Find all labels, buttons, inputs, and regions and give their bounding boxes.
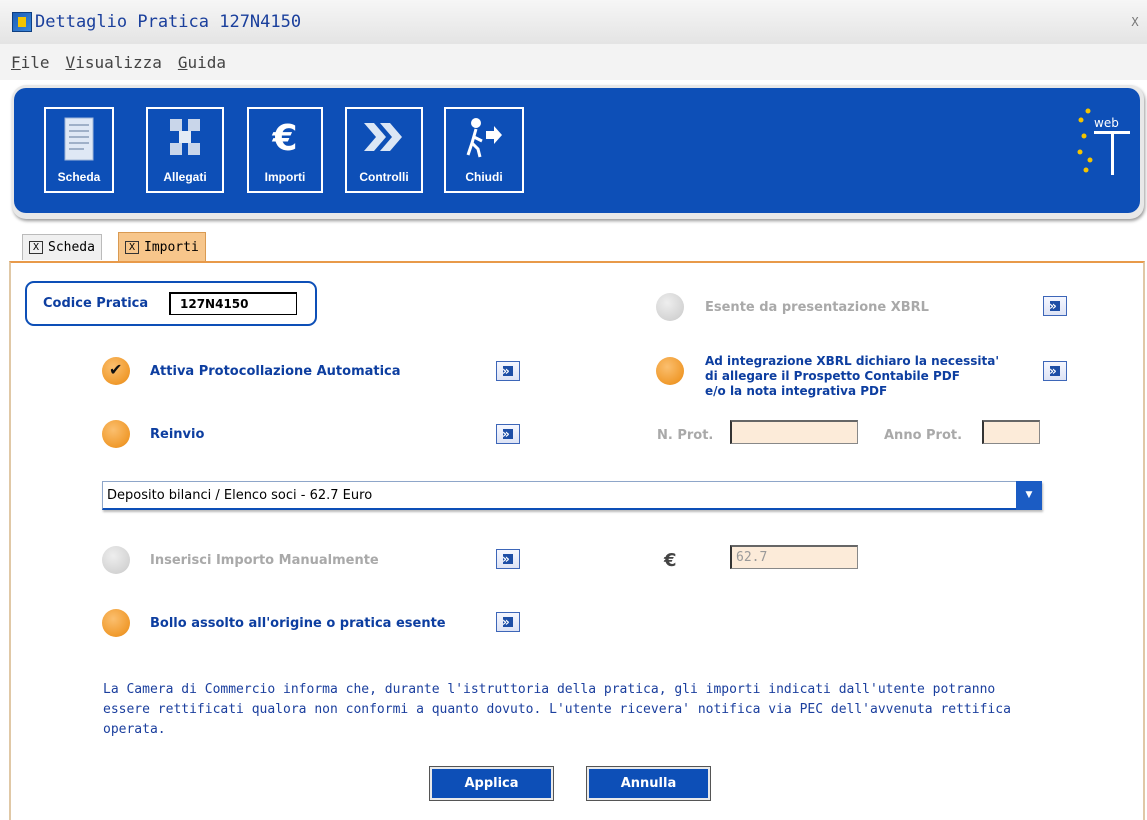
chevron-down-icon[interactable]: ▼ — [1016, 481, 1042, 510]
svg-text:web: web — [1094, 116, 1119, 130]
menu-file[interactable]: File — [11, 53, 50, 72]
close-window-button[interactable]: X — [1127, 14, 1143, 30]
reinvio-info-button[interactable]: » — [496, 424, 520, 444]
esente-xbrl-label: Esente da presentazione XBRL — [705, 300, 929, 315]
menu-visualizza[interactable]: Visualizza — [66, 53, 162, 72]
double-chevron-icon — [364, 123, 402, 151]
esente-xbrl-radio[interactable] — [656, 293, 684, 321]
scheda-button-label: Scheda — [57, 170, 101, 184]
attiva-protocollazione-label: Attiva Protocollazione Automatica — [150, 364, 401, 379]
svg-text:€: € — [271, 118, 297, 157]
attiva-protocollazione-info-button[interactable]: » — [496, 361, 520, 381]
scheda-button[interactable]: Scheda — [44, 107, 114, 193]
euro-symbol: € — [664, 550, 677, 571]
bollo-label: Bollo assolto all'origine o pratica esen… — [150, 616, 446, 631]
applica-button[interactable]: Applica — [429, 766, 554, 801]
annulla-button[interactable]: Annulla — [586, 766, 711, 801]
importo-manuale-label: Inserisci Importo Manualmente — [150, 553, 379, 568]
controlli-button[interactable]: Controlli — [345, 107, 423, 193]
importo-manuale-radio[interactable] — [102, 546, 130, 574]
integrazione-xbrl-radio[interactable] — [656, 357, 684, 385]
tab-importi-close-icon[interactable]: X — [125, 241, 139, 254]
chiudi-button-label: Chiudi — [465, 170, 503, 184]
bollo-radio[interactable] — [102, 609, 130, 637]
allegati-button[interactable]: Allegati — [146, 107, 224, 193]
title-bar: Dettaglio Pratica 127N4150 X — [0, 0, 1147, 44]
attachments-icon — [170, 119, 200, 155]
tab-importi-label: Importi — [144, 240, 199, 255]
tab-scheda-close-icon[interactable]: X — [29, 241, 43, 254]
n-prot-field[interactable] — [730, 420, 858, 444]
attiva-protocollazione-radio[interactable]: ✔ — [102, 357, 130, 385]
tariff-select[interactable]: Deposito bilanci / Elenco soci - 62.7 Eu… — [102, 481, 1042, 510]
menu-bar: File Visualizza Guida — [0, 44, 1147, 80]
tab-scheda[interactable]: X Scheda — [22, 234, 102, 260]
tab-scheda-label: Scheda — [48, 240, 95, 255]
document-icon — [64, 117, 94, 161]
info-notice: La Camera di Commercio informa che, dura… — [103, 682, 1011, 737]
menu-guida[interactable]: Guida — [178, 53, 226, 72]
codice-pratica-box: Codice Pratica 127N4150 — [25, 281, 317, 326]
euro-icon: € — [271, 118, 297, 157]
integrazione-xbrl-label: Ad integrazione XBRL dichiaro la necessi… — [705, 354, 999, 398]
integrazione-xbrl-info-button[interactable]: » — [1043, 361, 1067, 381]
bollo-info-button[interactable]: » — [496, 612, 520, 632]
importo-manuale-info-button[interactable]: » — [496, 549, 520, 569]
tariff-select-value: Deposito bilanci / Elenco soci - 62.7 Eu… — [107, 488, 373, 503]
importi-button[interactable]: € Importi — [247, 107, 323, 193]
chiudi-button[interactable]: Chiudi — [444, 107, 524, 193]
esente-xbrl-info-button[interactable]: » — [1043, 296, 1067, 316]
reinvio-label: Reinvio — [150, 427, 205, 442]
n-prot-label: N. Prot. — [657, 428, 714, 443]
web-t-logo: web — [1077, 108, 1130, 175]
controlli-button-label: Controlli — [359, 170, 409, 184]
allegati-button-label: Allegati — [163, 170, 207, 184]
reinvio-radio[interactable] — [102, 420, 130, 448]
toolbar: Scheda Allegati € Importi Controlli Chiu… — [14, 88, 1140, 213]
exit-walking-icon — [466, 118, 502, 158]
importi-button-label: Importi — [264, 170, 306, 184]
window-title: Dettaglio Pratica 127N4150 — [35, 12, 302, 32]
anno-prot-field[interactable] — [982, 420, 1040, 444]
codice-pratica-label: Codice Pratica — [43, 296, 149, 311]
anno-prot-label: Anno Prot. — [884, 428, 963, 443]
codice-pratica-field[interactable]: 127N4150 — [169, 292, 297, 315]
checkmark-icon: ✔ — [109, 360, 123, 379]
importo-field[interactable]: 62.7 — [730, 545, 858, 569]
app-icon — [12, 12, 32, 32]
tab-importi[interactable]: X Importi — [118, 232, 206, 262]
